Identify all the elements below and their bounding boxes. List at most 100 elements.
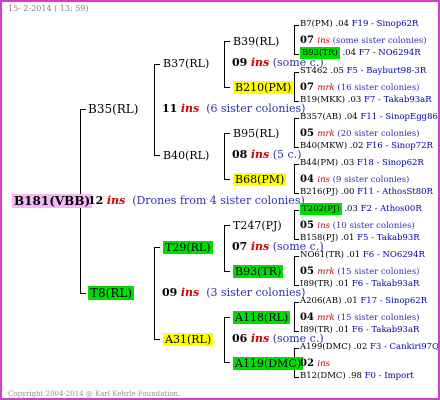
g4-colony-info: 04 ins (9 sister colonies)	[300, 175, 409, 185]
dam-node[interactable]: T8(RL)	[88, 286, 135, 300]
g4-lineage-info: F11 - AthosSt80R	[357, 187, 433, 197]
g4-ins: mrk	[317, 129, 338, 139]
g4-value: .04	[341, 112, 361, 122]
g4-queen-name[interactable]: I89(TR)	[300, 325, 333, 335]
g4-colony-info: 07 ins (some sister colonies)	[300, 36, 427, 46]
g4-queen-name[interactable]: B7(PM)	[300, 19, 333, 29]
g3-node[interactable]: B39(RL)	[233, 36, 279, 47]
g4-queen-name[interactable]: B158(PJ)	[300, 233, 338, 243]
dam-ins: ins	[180, 286, 200, 299]
g4-value: .04	[332, 19, 352, 29]
root-cols: (Drones from 4 sister colonies)	[132, 194, 305, 207]
g3-node[interactable]: A118(RL)	[233, 311, 291, 324]
g4-queen-row: B44(PM) .03 F18 - Sinop62R	[300, 159, 424, 168]
g4-cols: (20 sister colonies)	[337, 129, 420, 139]
g4-queen-row: B7(PM) .04 F19 - Sinop62R	[300, 20, 418, 29]
g4-queen-row: B158(PJ) .01 F5 - Takab93R	[300, 234, 420, 243]
g4-lineage-info: F6 - Takab93aR	[351, 279, 420, 289]
g4-lineage-info: F6 - NO6294R	[362, 250, 425, 260]
g3-node[interactable]: B68(PM)	[233, 173, 287, 186]
g4-queen-row: I89(TR) .01 F6 - Takab93aR	[300, 280, 419, 289]
g4-cols: (some sister colonies)	[332, 36, 427, 46]
g4-queen-name[interactable]: B44(PM)	[300, 158, 338, 168]
g4-lineage-info: F5 - Bayburt98-3R	[346, 66, 427, 76]
g4-lineage-info: F6 - Takab93aR	[351, 325, 420, 335]
g4-colony-info: 05 ins (10 sister colonies)	[300, 221, 415, 231]
g4-value: .00	[338, 187, 358, 197]
g4-num: 07	[300, 35, 318, 46]
g4-cols: (10 sister colonies)	[332, 221, 415, 231]
g3-node[interactable]: T247(PJ)	[233, 220, 282, 231]
g4-queen-row: ST462 .05 F5 - Bayburt98-3R	[300, 67, 426, 76]
g4-ins: ins	[317, 221, 333, 231]
g4-queen-row: I89(TR) .01 F6 - Takab93aR	[300, 326, 419, 335]
g4-cols: (9 sister colonies)	[332, 175, 410, 185]
g3-node[interactable]: B95(RL)	[233, 128, 279, 139]
g4-queen-name[interactable]: ST462	[300, 66, 328, 76]
g4-value: .05	[327, 66, 347, 76]
g4-queen-name[interactable]: B357(AB)	[300, 112, 342, 122]
g4-num: 05	[300, 266, 318, 277]
dam-num: 09	[162, 286, 178, 299]
g4-lineage-info: F18 - Sinop62R	[357, 158, 424, 168]
g4-lineage-info: F7 - Takab93aR	[364, 95, 432, 105]
g4-queen-row: B93(TR) .04 F7 - NO6294R	[300, 47, 421, 59]
g3-node[interactable]: B210(PM)	[233, 81, 294, 94]
g2-node[interactable]: B37(RL)	[163, 58, 209, 69]
g4-ins: mrk	[317, 313, 338, 323]
g4-lineage-info: F11 - SinopEgg86R	[360, 112, 440, 122]
g4-queen-name[interactable]: B12(DMC)	[300, 371, 346, 381]
dam-cols: (3 sister colonies)	[206, 286, 306, 299]
g4-queen-name[interactable]: B19(MKK)	[300, 95, 345, 105]
g4-value: .03	[341, 204, 361, 214]
g4-ins: ins	[317, 36, 333, 46]
g4-queen-name[interactable]: T202(PJ)	[300, 203, 342, 215]
copyright-footer: Copyright 2004-2014 @ Karl Kehrle Founda…	[8, 390, 181, 398]
sire-node[interactable]: B35(RL)	[88, 103, 138, 115]
root-queen[interactable]: B181(VBB)	[12, 194, 93, 208]
g4-colony-info: 07 mrk (16 sister colonies)	[300, 83, 420, 93]
g4-num: 04	[300, 174, 318, 185]
g2-node[interactable]: A31(RL)	[163, 333, 214, 346]
pedigree-frame: 15- 2-2014 ( 13: 59) Copyright 2004-2014…	[0, 0, 440, 400]
g4-queen-name[interactable]: B216(PJ)	[300, 187, 338, 197]
g4-cols: (16 sister colonies)	[337, 83, 420, 93]
g4-ins: mrk	[317, 267, 338, 277]
g3-node[interactable]: A119(DMC)	[233, 357, 304, 370]
g4-queen-name[interactable]: NO61(TR)	[300, 250, 344, 260]
g4-value: .02	[347, 141, 367, 151]
timestamp-header: 15- 2-2014 ( 13: 59)	[8, 4, 89, 13]
g4-queen-row: B19(MKK) .03 F7 - Takab93aR	[300, 96, 432, 105]
g4-value: .98	[345, 371, 365, 381]
sire-num: 11	[162, 102, 178, 115]
g4-queen-name[interactable]: I89(TR)	[300, 279, 333, 289]
g4-cols: (15 sister colonies)	[337, 267, 420, 277]
g4-value: .01	[343, 250, 363, 260]
sire-ins: ins	[180, 102, 200, 115]
g3-colony-info: 08 ins (5 c.)	[232, 148, 302, 161]
root-ins: ins	[106, 194, 126, 207]
g4-queen-name[interactable]: B93(TR)	[300, 47, 340, 59]
g4-queen-name[interactable]: A206(AB)	[300, 296, 341, 306]
g4-num: 02	[300, 358, 318, 369]
g4-cols: (15 sister colonies)	[337, 313, 420, 323]
g4-queen-name[interactable]: B40(MKW)	[300, 141, 347, 151]
g4-queen-row: A206(AB) .01 F17 - Sinop62R	[300, 297, 427, 306]
g4-queen-row: B357(AB) .04 F11 - SinopEgg86R	[300, 112, 440, 122]
g4-lineage-info: F0 - Import	[364, 371, 414, 381]
g4-lineage-info: F2 - Athos00R	[360, 204, 422, 214]
g2-node[interactable]: B40(RL)	[163, 150, 209, 161]
g4-queen-row: B12(DMC) .98 F0 - Import	[300, 372, 414, 381]
g3-node[interactable]: B93(TR)	[233, 265, 284, 278]
g4-colony-info: 04 mrk (15 sister colonies)	[300, 313, 420, 323]
g4-lineage-info: F19 - Sinop62R	[351, 19, 419, 29]
root-colony-info: 12 ins (Drones from 4 sister colonies)	[88, 195, 305, 206]
g4-value: .01	[341, 296, 361, 306]
g2-node[interactable]: T29(RL)	[163, 241, 213, 254]
g4-colony-info: 05 mrk (15 sister colonies)	[300, 267, 420, 277]
g4-ins: ins	[317, 359, 330, 369]
g4-queen-row: B216(PJ) .00 F11 - AthosSt80R	[300, 188, 433, 197]
g4-ins: ins	[317, 175, 333, 185]
g4-queen-name[interactable]: A199(DMC)	[300, 342, 351, 352]
g4-queen-row: B40(MKW) .02 F16 - Sinop72R	[300, 142, 433, 151]
